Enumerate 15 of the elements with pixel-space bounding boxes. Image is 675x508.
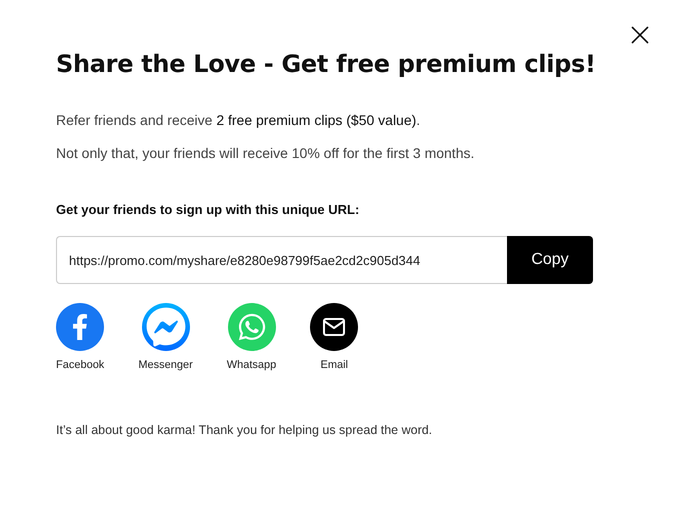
phone-bubble-icon [236, 312, 266, 342]
mail-icon [322, 315, 346, 339]
description-text: Refer friends and receive 2 free premium clips ($50 value). [56, 112, 422, 128]
dialog-title: Share the Love - Get free premium clips! [56, 50, 597, 78]
footer-text: It’s all about good karma! Thank you for helping us spread the word. [56, 423, 434, 437]
share-label: Email [320, 359, 348, 371]
url-field[interactable]: https://promo.com/myshare/e8280e98799f5ae2cd2c905d344 [56, 236, 507, 284]
description-text: Not only that, your friends will receive 10% off for the first 3 months. [56, 145, 476, 161]
url-label: Get your friends to sign up with this unique URL: [56, 202, 360, 217]
share-button[interactable] [310, 303, 358, 351]
share-label: Facebook [56, 359, 104, 371]
copy-button[interactable]: Copy [507, 236, 593, 284]
share-label: Messenger [138, 359, 193, 371]
share-label: Whatsapp [226, 359, 276, 371]
chat-bubble-icon [146, 307, 186, 347]
